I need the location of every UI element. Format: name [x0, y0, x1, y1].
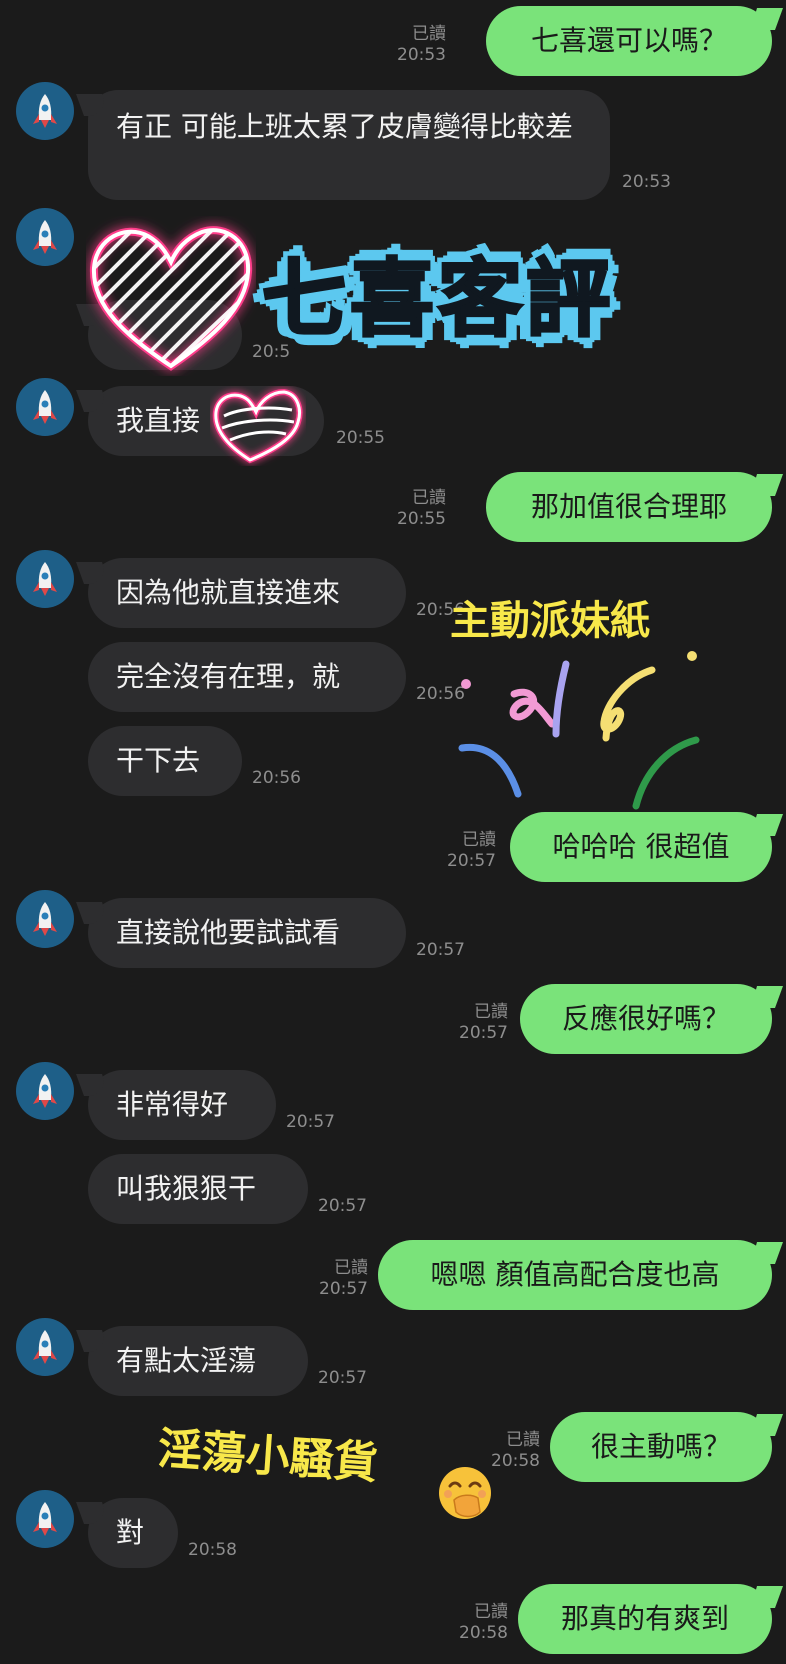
message-bubble-outgoing[interactable]: 那加值很合理耶 — [486, 472, 772, 542]
avatar[interactable] — [16, 890, 74, 948]
message-time: 20:56 — [252, 768, 301, 788]
message-bubble-outgoing[interactable]: 反應很好嗎？ — [520, 984, 772, 1054]
rocket-icon — [33, 390, 57, 424]
sticker-caption: 淫蕩小騷貨 — [156, 1423, 380, 1490]
message-bubble-incoming[interactable]: 完全沒有在理，就 — [88, 642, 406, 712]
message-time: 20:57 — [416, 940, 465, 960]
heart-scribble-icon — [89, 226, 253, 371]
message-bubble-incoming[interactable]: 有正 可能上班太累了皮膚變得比較差 — [88, 90, 610, 200]
read-receipt: 已讀 20:57 — [447, 830, 496, 871]
message-bubble-outgoing[interactable]: 很主動嗎？ — [550, 1412, 772, 1482]
sticker-caption: 主動派妹紙 — [450, 598, 650, 644]
read-receipt: 已讀 20:57 — [459, 1002, 508, 1043]
message-time: 20:57 — [286, 1112, 335, 1132]
message-bubble-outgoing[interactable]: 嗯嗯 顏值高配合度也高 — [378, 1240, 772, 1310]
rocket-icon — [33, 94, 57, 128]
message-bubble-incoming[interactable]: 干下去 — [88, 726, 242, 796]
heart-scribble-icon — [212, 388, 303, 464]
message-time: 20:58 — [188, 1540, 237, 1560]
avatar[interactable] — [16, 1490, 74, 1548]
chat-view: 已讀 20:53 七喜還可以嗎？ 有正 可能上班太累了皮膚變得比較差 20:53 … — [0, 0, 786, 1664]
rocket-icon — [33, 902, 57, 936]
read-receipt: 已讀 20:57 — [319, 1258, 368, 1299]
read-receipt: 已讀 20:53 — [397, 24, 446, 65]
message-bubble-incoming[interactable]: 非常得好 — [88, 1070, 276, 1140]
message-time: 20:57 — [318, 1196, 367, 1216]
hand-over-mouth-emoji-icon — [439, 1467, 491, 1519]
message-time: 20:57 — [318, 1368, 367, 1388]
avatar[interactable] — [16, 1318, 74, 1376]
message-bubble-outgoing[interactable]: 哈哈哈 很超值 — [510, 812, 772, 882]
message-bubble-incoming[interactable]: 有點太淫蕩 — [88, 1326, 308, 1396]
rocket-icon — [33, 1502, 57, 1536]
message-bubble-incoming[interactable]: 對 — [88, 1498, 178, 1568]
sticker-title: 七喜客評 — [260, 249, 615, 350]
message-bubble-incoming[interactable]: 直接說他要試試看 — [88, 898, 406, 968]
message-bubble-incoming[interactable]: 因為他就直接進來 — [88, 558, 406, 628]
message-time: 20:53 — [622, 172, 671, 192]
avatar[interactable] — [16, 378, 74, 436]
avatar[interactable] — [16, 82, 74, 140]
message-text: 有正 可能上班太累了皮膚變得比較差 — [116, 110, 573, 143]
message-bubble-outgoing[interactable]: 那真的有爽到 — [518, 1584, 772, 1654]
read-receipt: 已讀 20:58 — [459, 1602, 508, 1643]
confetti-icon — [458, 651, 700, 810]
rocket-icon — [33, 562, 57, 596]
read-receipt: 已讀 20:55 — [397, 488, 446, 529]
rocket-icon — [33, 220, 57, 254]
avatar[interactable] — [16, 550, 74, 608]
avatar[interactable] — [16, 208, 74, 266]
message-bubble-outgoing[interactable]: 七喜還可以嗎？ — [486, 6, 772, 76]
rocket-icon — [33, 1330, 57, 1364]
message-bubble-incoming[interactable]: 叫我狠狠干 — [88, 1154, 308, 1224]
rocket-icon — [33, 1074, 57, 1108]
message-time: 20:55 — [336, 428, 385, 448]
avatar[interactable] — [16, 1062, 74, 1120]
